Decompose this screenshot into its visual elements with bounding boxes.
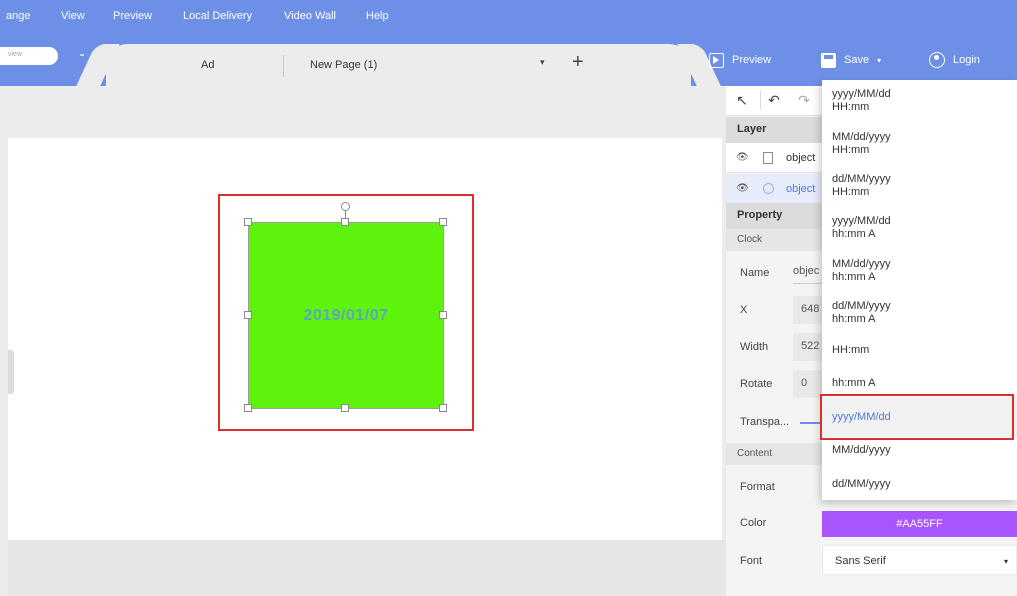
name-field[interactable]: objec: [793, 260, 822, 284]
play-icon: [709, 52, 724, 68]
save-button[interactable]: Save ▾: [821, 51, 881, 69]
x-field[interactable]: 648: [793, 296, 822, 324]
menu-item-preview[interactable]: Preview: [113, 10, 152, 22]
select-tool-icon[interactable]: ↖: [731, 89, 753, 111]
layer-section-title: Layer: [726, 117, 822, 143]
menu-item-help[interactable]: Help: [366, 10, 389, 22]
resize-handle-nw[interactable]: [244, 218, 252, 226]
tool-separator: [760, 90, 761, 110]
format-option[interactable]: dd/MM/yyyy: [832, 478, 922, 491]
tab-dropdown-icon[interactable]: ▾: [540, 57, 545, 68]
tab-ad[interactable]: Ad: [201, 59, 214, 71]
ribbon-separator: [80, 54, 84, 56]
resize-handle-w[interactable]: [244, 311, 252, 319]
add-page-icon[interactable]: +: [572, 51, 584, 73]
redo-icon[interactable]: ↷: [793, 89, 815, 111]
rotate-field[interactable]: 0: [793, 370, 822, 398]
tab-divider: [283, 55, 284, 77]
clock-object[interactable]: 2019/01/07: [248, 222, 444, 409]
content-subsection-title: Content: [726, 443, 822, 465]
text-layer-icon: [763, 152, 773, 164]
format-label: Format: [740, 481, 775, 493]
format-option[interactable]: yyyy/MM/dd HH:mm: [832, 88, 922, 114]
user-icon: [929, 52, 945, 68]
clock-layer-icon: [763, 183, 774, 194]
color-swatch[interactable]: #AA55FF: [822, 511, 1017, 537]
clock-date-text: 2019/01/07: [303, 306, 389, 324]
menu-item-video-wall[interactable]: Video Wall: [284, 10, 336, 22]
width-label: Width: [740, 341, 769, 353]
property-section-title: Property: [726, 203, 822, 229]
menu-item-arrange[interactable]: ange: [6, 10, 30, 22]
tab-new-page[interactable]: New Page (1): [310, 59, 377, 71]
format-option[interactable]: hh:mm A: [832, 377, 922, 390]
font-select-value: Sans Serif: [835, 555, 886, 567]
menu-bar: [0, 0, 1017, 36]
format-option[interactable]: yyyy/MM/dd hh:mm A: [832, 215, 922, 241]
preview-label: Preview: [732, 54, 772, 66]
color-label: Color: [740, 517, 767, 529]
format-option[interactable]: MM/dd/yyyy hh:mm A: [832, 258, 922, 284]
layer-label-selected: object: [786, 183, 816, 195]
chevron-down-icon: ▾: [877, 55, 882, 65]
resize-handle-s[interactable]: [341, 404, 349, 412]
name-label: Name: [740, 267, 770, 279]
chevron-down-icon: ▾: [1003, 557, 1008, 566]
resize-handle-n[interactable]: [341, 218, 349, 226]
login-button[interactable]: Login: [929, 51, 980, 69]
view-toggle-pill[interactable]: view: [0, 47, 58, 65]
preview-button[interactable]: Preview: [709, 51, 771, 69]
format-option[interactable]: HH:mm: [832, 344, 922, 357]
transparency-label: Transpa...: [740, 416, 790, 428]
save-icon: [821, 52, 836, 68]
selected-option-outline: [820, 394, 1014, 440]
page-tab-strip: [106, 44, 691, 86]
menu-item-view[interactable]: View: [61, 10, 85, 22]
clock-subsection-title: Clock: [726, 229, 822, 251]
canvas-bottom-strip: [8, 540, 726, 596]
format-option[interactable]: dd/MM/yyyy hh:mm A: [832, 300, 922, 326]
rotate-label: Rotate: [740, 378, 773, 390]
resize-handle-ne[interactable]: [439, 218, 447, 226]
login-label: Login: [953, 54, 980, 66]
undo-icon[interactable]: ↶: [763, 89, 785, 111]
transparency-slider[interactable]: [800, 422, 822, 424]
width-field[interactable]: 522: [793, 333, 822, 361]
resize-handle-sw[interactable]: [244, 404, 252, 412]
format-option[interactable]: dd/MM/yyyy HH:mm: [832, 173, 922, 199]
rotate-handle[interactable]: [341, 202, 350, 211]
format-option[interactable]: MM/dd/yyyy: [832, 444, 922, 457]
resize-handle-e[interactable]: [439, 311, 447, 319]
format-option[interactable]: MM/dd/yyyy HH:mm: [832, 131, 922, 157]
collapse-handle[interactable]: [8, 350, 14, 394]
resize-handle-se[interactable]: [439, 404, 447, 412]
x-label: X: [740, 304, 748, 316]
eye-icon[interactable]: 👁: [736, 183, 749, 194]
font-label: Font: [740, 555, 763, 567]
eye-icon[interactable]: 👁: [736, 152, 749, 163]
font-select[interactable]: Sans Serif ▾: [822, 545, 1017, 575]
layer-label: object: [786, 152, 816, 164]
save-label: Save: [844, 54, 870, 66]
menu-item-local-delivery[interactable]: Local Delivery: [183, 10, 252, 22]
